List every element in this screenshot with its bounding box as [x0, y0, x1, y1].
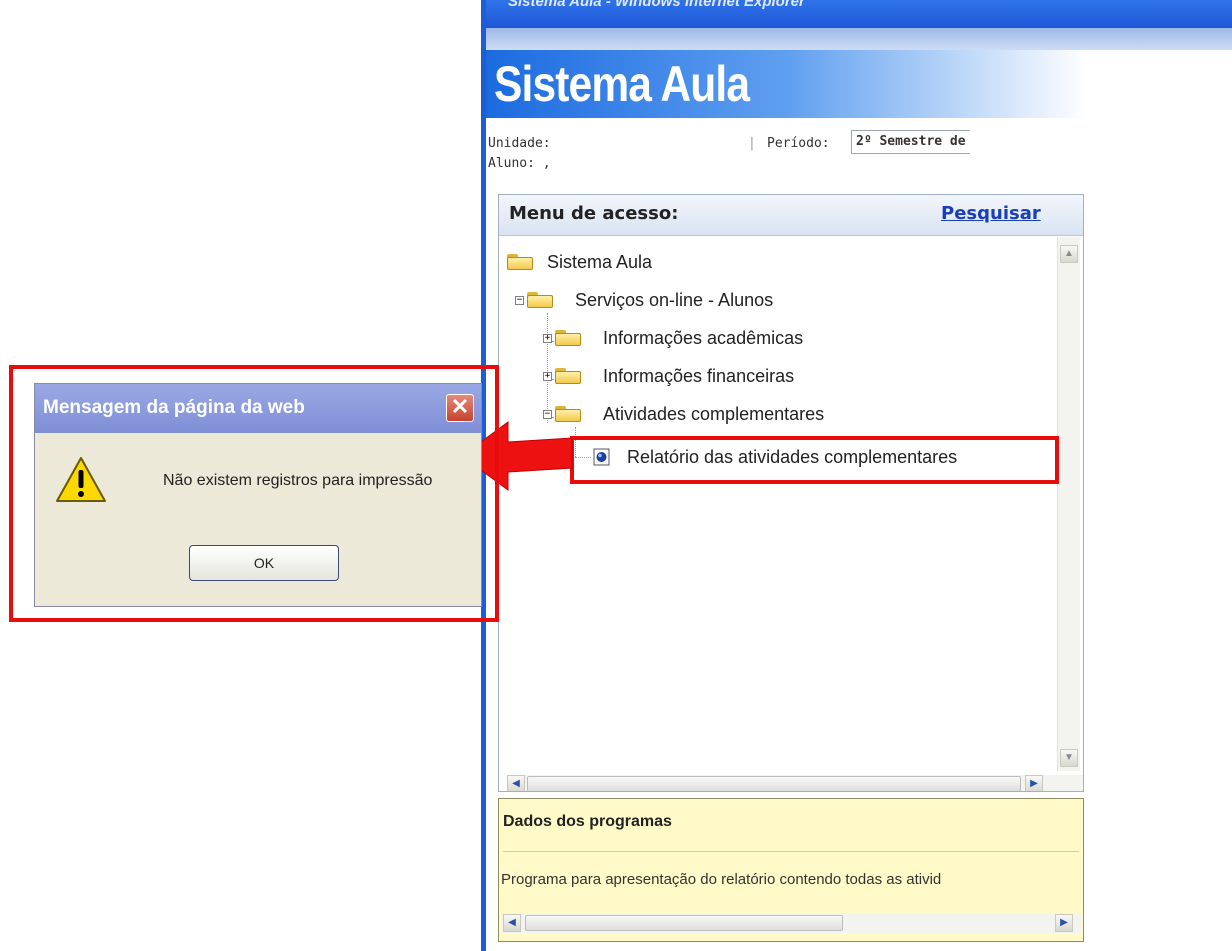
browser-toolbar [486, 28, 1232, 50]
menu-horizontal-scrollbar[interactable]: ◀ ▶ [507, 775, 1083, 791]
tree-item-label: Sistema Aula [547, 252, 653, 272]
window-title: Sistema Aula - Windows Internet Explorer [508, 0, 805, 10]
menu-title: Menu de acesso: [509, 203, 679, 224]
folder-icon [555, 330, 581, 346]
collapse-icon[interactable]: − [515, 296, 524, 305]
dados-description: Programa para apresentação do relatório … [501, 871, 942, 888]
scroll-up-icon[interactable]: ▲ [1060, 245, 1078, 263]
info-separator: | [748, 136, 756, 151]
dados-title: Dados dos programas [503, 813, 672, 830]
info-bar: Unidade: Aluno: , | Período: 2º Semestre… [486, 120, 1232, 176]
scroll-thumb[interactable] [525, 915, 843, 931]
scroll-right-icon[interactable]: ▶ [1025, 775, 1043, 791]
menu-vertical-scrollbar[interactable]: ▲ ▼ [1057, 237, 1080, 771]
tree-line [547, 313, 548, 423]
scroll-left-icon[interactable]: ◀ [503, 914, 521, 932]
dados-programas-panel: Dados dos programas Programa para aprese… [498, 798, 1084, 942]
tree-item-label: Informações financeiras [603, 366, 795, 386]
periodo-label: Período: [767, 136, 830, 151]
highlight-box-dialog [9, 365, 499, 622]
expand-icon[interactable]: + [543, 372, 552, 381]
app-title: Sistema Aula [494, 56, 750, 112]
expand-icon[interactable]: + [543, 334, 552, 343]
scroll-down-icon[interactable]: ▼ [1060, 749, 1078, 767]
scroll-left-icon[interactable]: ◀ [507, 775, 525, 791]
dados-horizontal-scrollbar[interactable]: ◀ ▶ [501, 913, 1081, 933]
scroll-right-icon[interactable]: ▶ [1055, 914, 1073, 932]
divider [503, 851, 1079, 852]
periodo-select[interactable]: 2º Semestre de [851, 130, 970, 154]
search-link[interactable]: Pesquisar [941, 203, 1041, 224]
folder-icon [527, 292, 553, 308]
tree-item-label: Serviços on-line - Alunos [575, 290, 774, 310]
folder-icon [507, 254, 533, 270]
folder-icon [555, 368, 581, 384]
menu-header: Menu de acesso: Pesquisar [499, 195, 1083, 236]
scroll-thumb[interactable] [527, 776, 1021, 791]
unidade-label: Unidade: [488, 136, 551, 151]
tree-item-label: Informações acadêmicas [603, 328, 804, 348]
aluno-label: Aluno: , [488, 156, 551, 171]
window-titlebar: Sistema Aula - Windows Internet Explorer [486, 0, 1232, 28]
access-menu-panel: Menu de acesso: Pesquisar Sistema Aula −… [498, 194, 1084, 792]
highlight-box-tree-item [570, 436, 1059, 484]
tree-item-label: Atividades complementares [603, 404, 825, 424]
